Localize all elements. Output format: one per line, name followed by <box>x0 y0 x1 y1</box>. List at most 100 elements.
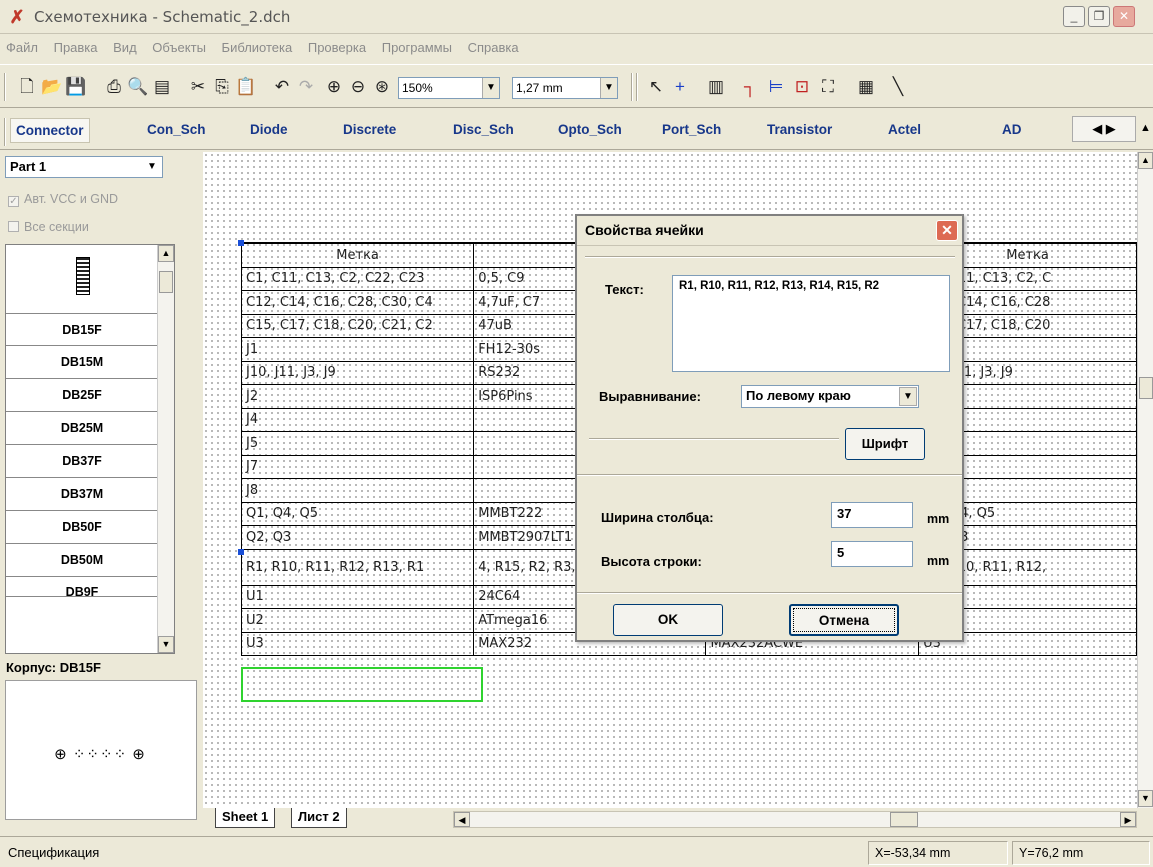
scroll-thumb[interactable] <box>890 812 918 827</box>
cell-text-field[interactable]: R1, R10, R11, R12, R13, R14, R15, R2 <box>672 275 950 372</box>
list-item[interactable]: DB15M <box>6 346 158 379</box>
table-cell[interactable]: U1 <box>240 584 475 609</box>
restore-icon[interactable]: ❐ <box>1088 6 1110 27</box>
zoom-in-icon[interactable]: ⊕ <box>322 75 346 99</box>
close-icon[interactable]: ✕ <box>936 220 958 241</box>
bus-icon[interactable]: ⊨ <box>764 75 788 99</box>
table-cell[interactable]: J5 <box>240 431 475 456</box>
menu-file[interactable]: Файл <box>0 36 44 59</box>
list-item[interactable]: DB15F <box>6 313 158 346</box>
align-select[interactable]: По левому краю ▼ <box>741 385 919 408</box>
chevron-up-icon[interactable]: ▲ <box>158 245 174 262</box>
table-cell[interactable]: J7 <box>240 454 475 479</box>
menu-objects[interactable]: Объекты <box>146 36 212 59</box>
table-cell[interactable]: J2 <box>240 384 475 409</box>
list-item[interactable]: DB25M <box>6 412 158 445</box>
font-button[interactable]: Шрифт <box>845 428 925 460</box>
cut-icon[interactable]: ✂ <box>186 75 210 99</box>
menu-edit[interactable]: Правка <box>48 36 104 59</box>
sheet-tab-2[interactable]: Лист 2 <box>291 808 347 828</box>
list-item[interactable]: DB50M <box>6 544 158 577</box>
pointer-icon[interactable]: ↖ <box>644 75 668 99</box>
all-sections-checkbox[interactable]: Все секции <box>8 220 89 234</box>
library-tab-connector[interactable]: Connector <box>10 118 90 143</box>
print-icon[interactable]: ⎙ <box>102 75 126 99</box>
table-cell[interactable]: C12, C14, C16, C28, C30, C4 <box>240 290 475 315</box>
table-cell[interactable]: U3 <box>240 631 475 656</box>
chevron-down-icon[interactable]: ▼ <box>158 636 174 653</box>
print-preview-icon[interactable]: 🔍 <box>126 75 150 99</box>
list-item[interactable]: DB9F <box>6 577 158 599</box>
list-item[interactable]: DB25F <box>6 379 158 412</box>
table-cell[interactable]: R1, R10, R11, R12, R13, R1 <box>240 548 475 586</box>
selection-handle[interactable] <box>238 549 244 555</box>
part-list-scrollbar[interactable]: ▲ ▼ <box>157 245 174 653</box>
canvas-horizontal-scrollbar[interactable]: ◀ ▶ <box>453 811 1137 828</box>
grid-select[interactable]: 1,27 mm ▼ <box>512 77 618 99</box>
library-scroll-arrows[interactable]: ◀ ▶ <box>1072 116 1136 142</box>
table-cell[interactable]: U2 <box>240 608 475 633</box>
zoom-fit-icon[interactable]: ⊛ <box>370 75 394 99</box>
table-icon[interactable]: ▦ <box>854 75 878 99</box>
list-item[interactable]: DB37F <box>6 445 158 478</box>
part-select[interactable]: Part 1 ▼ <box>5 156 163 178</box>
table-cell[interactable]: Q1, Q4, Q5 <box>240 501 475 526</box>
minimize-icon[interactable]: _ <box>1063 6 1085 27</box>
chevron-up-icon[interactable]: ▲ <box>1140 122 1151 134</box>
list-item[interactable]: DB37M <box>6 478 158 511</box>
column-width-input[interactable]: 37 <box>831 502 913 528</box>
library-tab-discrete[interactable]: Discrete <box>343 122 396 137</box>
library-tab-opto-sch[interactable]: Opto_Sch <box>558 122 622 137</box>
menu-view[interactable]: Вид <box>107 36 143 59</box>
close-icon[interactable]: ✕ <box>1113 6 1135 27</box>
document-icon[interactable]: ▤ <box>150 75 174 99</box>
table-cell[interactable]: C1, C11, C13, C2, C22, C23 <box>240 266 475 291</box>
open-folder-icon[interactable]: 📂 <box>40 75 64 99</box>
table-cell[interactable]: C15, C17, C18, C20, C21, C2 <box>240 313 475 338</box>
net-label-icon[interactable]: ⊡ <box>790 75 814 99</box>
port-icon[interactable]: ⛶ <box>816 75 840 99</box>
chevron-down-icon[interactable]: ▼ <box>1138 790 1153 807</box>
table-cell[interactable]: J4 <box>240 407 475 432</box>
library-tab-actel[interactable]: Actel <box>888 122 921 137</box>
redo-icon[interactable]: ↷ <box>294 75 318 99</box>
cancel-button[interactable]: Отмена <box>789 604 899 636</box>
table-cell[interactable]: J1 <box>240 337 475 362</box>
table-cell[interactable]: Q2, Q3 <box>240 525 475 550</box>
chevron-left-icon[interactable]: ◀ <box>454 812 470 827</box>
selection-handle[interactable] <box>238 240 244 246</box>
scroll-thumb[interactable] <box>1139 377 1153 399</box>
new-file-icon[interactable]: 🗋 <box>15 75 39 99</box>
library-tab-disc-sch[interactable]: Disc_Sch <box>453 122 514 137</box>
list-item[interactable]: DB50F <box>6 511 158 544</box>
table-cell[interactable]: J10, J11, J3, J9 <box>240 360 475 385</box>
wire-icon[interactable]: ┐ <box>738 75 762 99</box>
paste-icon[interactable]: 📋 <box>234 75 258 99</box>
line-icon[interactable]: ╲ <box>886 75 910 99</box>
save-icon[interactable]: 💾 <box>64 75 88 99</box>
undo-icon[interactable]: ↶ <box>270 75 294 99</box>
library-tab-con-sch[interactable]: Con_Sch <box>147 122 206 137</box>
zoom-out-icon[interactable]: ⊖ <box>346 75 370 99</box>
menu-check[interactable]: Проверка <box>302 36 372 59</box>
row-height-input[interactable]: 5 <box>831 541 913 567</box>
canvas-vertical-scrollbar[interactable]: ▲ ▼ <box>1137 152 1153 808</box>
component-icon[interactable]: ▥ <box>704 75 728 99</box>
sheet-tab-1[interactable]: Sheet 1 <box>215 808 276 828</box>
table-cell[interactable]: J8 <box>240 478 475 503</box>
crosshair-icon[interactable]: + <box>668 75 692 99</box>
library-tab-transistor[interactable]: Transistor <box>767 122 832 137</box>
library-tab-ad[interactable]: AD <box>1002 122 1022 137</box>
copy-icon[interactable]: ⎘ <box>210 75 234 99</box>
auto-vcc-gnd-checkbox[interactable]: ✓ Авт. VCC и GND <box>8 192 118 207</box>
scroll-thumb[interactable] <box>159 271 173 293</box>
chevron-right-icon[interactable]: ▶ <box>1120 812 1136 827</box>
chevron-up-icon[interactable]: ▲ <box>1138 152 1153 169</box>
zoom-select[interactable]: 150% ▼ <box>398 77 500 99</box>
table-cell[interactable]: Метка <box>240 243 475 268</box>
menu-programs[interactable]: Программы <box>376 36 458 59</box>
ok-button[interactable]: OK <box>613 604 723 636</box>
library-tab-port-sch[interactable]: Port_Sch <box>662 122 721 137</box>
library-tab-diode[interactable]: Diode <box>250 122 288 137</box>
menu-library[interactable]: Библиотека <box>216 36 299 59</box>
